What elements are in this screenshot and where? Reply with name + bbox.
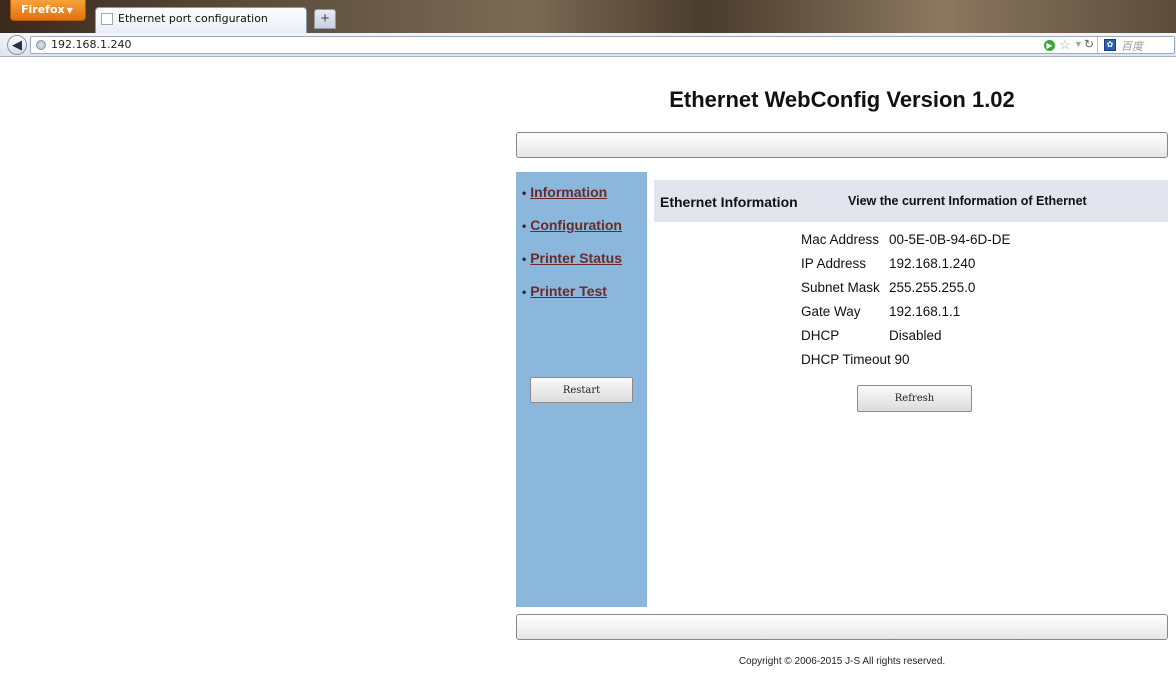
page-favicon-icon	[101, 13, 113, 25]
globe-icon	[36, 40, 46, 50]
restart-button[interactable]: Restart	[530, 377, 633, 403]
info-label: Gate Way	[801, 304, 861, 319]
sidebar-link-information[interactable]: Information	[530, 184, 607, 200]
tab-ethernet-port-configuration[interactable]: Ethernet port configuration	[95, 7, 307, 33]
url-text[interactable]: 192.168.1.240	[51, 38, 131, 51]
info-value: 192.168.1.240	[889, 256, 976, 271]
info-label: Mac Address	[801, 232, 880, 247]
info-row-gateway: Gate Way 192.168.1.1	[801, 304, 960, 319]
searchbar-divider	[1097, 37, 1098, 53]
page-title: Ethernet WebConfig Version 1.02	[669, 87, 1015, 112]
new-tab-button[interactable]: +	[314, 9, 336, 29]
info-header: Ethernet Information View the current In…	[654, 180, 1168, 222]
info-value: 192.168.1.1	[889, 304, 961, 319]
back-arrow-icon[interactable]: ◀	[7, 35, 27, 55]
sidebar-item-configuration: • Configuration	[522, 217, 622, 233]
browser-navbar: ◀ 192.168.1.240 ▶ ☆ ▼ ↻ ✿ 百度	[0, 33, 1176, 57]
info-value: Disabled	[889, 328, 942, 343]
info-value: 255.255.255.0	[889, 280, 976, 295]
bullet-icon: •	[522, 219, 527, 233]
firefox-menu-label: Firefox	[21, 3, 65, 16]
bullet-icon: •	[522, 186, 527, 200]
info-value: 00-5E-0B-94-6D-DE	[889, 232, 1011, 247]
info-label: IP Address	[801, 256, 867, 271]
refresh-button[interactable]: Refresh	[857, 385, 972, 412]
info-row-subnet-mask: Subnet Mask 255.255.255.0	[801, 280, 975, 295]
copyright-text: Copyright © 2006-2015 J-S All rights res…	[738, 656, 946, 667]
search-input[interactable]: 百度	[1121, 38, 1143, 54]
info-label: Subnet Mask	[801, 280, 880, 295]
info-row-ip-address: IP Address 192.168.1.240	[801, 256, 975, 271]
info-row-dhcp: DHCP Disabled	[801, 328, 942, 343]
tab-title: Ethernet port configuration	[118, 12, 268, 25]
section-description: View the current Information of Ethernet	[848, 194, 1087, 208]
star-icon[interactable]: ☆	[1059, 37, 1071, 53]
baidu-icon[interactable]: ✿	[1104, 39, 1116, 51]
url-bar[interactable]: 192.168.1.240 ▶ ☆ ▼ ↻ ✿ 百度	[30, 36, 1175, 54]
top-banner-bar	[516, 132, 1168, 158]
go-icon[interactable]: ▶	[1044, 40, 1055, 51]
browser-titlebar: Firefox ▼ Ethernet port configuration +	[0, 0, 1176, 33]
info-label: DHCP	[801, 328, 840, 343]
sidebar-item-printer-test: • Printer Test	[522, 283, 607, 299]
sidebar-link-printer-status[interactable]: Printer Status	[530, 250, 622, 266]
firefox-menu-button[interactable]: Firefox ▼	[10, 0, 86, 21]
bullet-icon: •	[522, 252, 527, 266]
history-dropdown-icon[interactable]: ▼	[1074, 39, 1083, 49]
sidebar-link-printer-test[interactable]: Printer Test	[530, 283, 607, 299]
info-row-dhcp-timeout: DHCP Timeout 90	[801, 352, 910, 367]
sidebar-item-printer-status: • Printer Status	[522, 250, 622, 266]
info-value: 90	[894, 352, 910, 367]
sidebar-item-information: • Information	[522, 184, 607, 200]
bottom-banner-bar	[516, 614, 1168, 640]
info-row-mac-address: Mac Address 00-5E-0B-94-6D-DE	[801, 232, 1011, 247]
sidebar: • Information • Configuration • Printer Sta…	[516, 172, 647, 607]
bullet-icon: •	[522, 285, 527, 299]
main-content: Ethernet Information View the current In…	[654, 180, 1168, 607]
info-label: DHCP Timeout	[801, 352, 891, 367]
chevron-down-icon: ▼	[66, 6, 73, 15]
sidebar-link-configuration[interactable]: Configuration	[530, 217, 622, 233]
reload-icon[interactable]: ↻	[1084, 37, 1094, 51]
section-title: Ethernet Information	[660, 194, 798, 210]
